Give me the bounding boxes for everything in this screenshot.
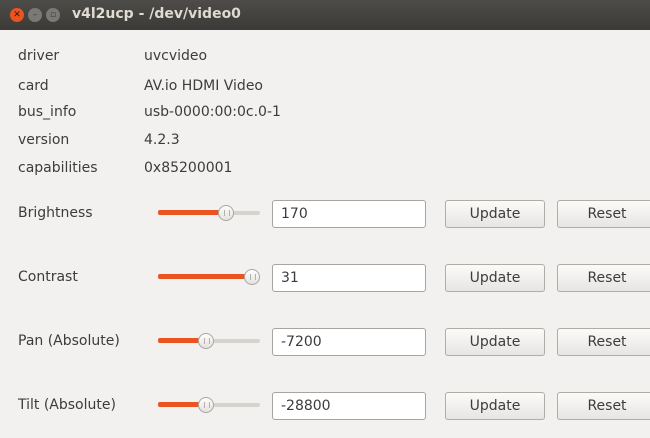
brightness-slider[interactable] <box>158 205 260 221</box>
title-bar[interactable]: ✕ – ▫ v4l2ucp - /dev/video0 <box>0 0 650 30</box>
contrast-label: Contrast <box>18 269 78 285</box>
info-value-card: AV.io HDMI Video <box>144 78 263 94</box>
info-label-card: card <box>18 78 49 94</box>
pan-absolute-reset-button[interactable]: Reset <box>557 328 650 356</box>
pan-absolute-label: Pan (Absolute) <box>18 333 120 349</box>
contrast-slider[interactable] <box>158 269 260 285</box>
slider-handle[interactable] <box>243 269 260 285</box>
tilt-absolute-update-button[interactable]: Update <box>445 392 545 420</box>
brightness-update-button[interactable]: Update <box>445 200 545 228</box>
info-value-bus-info: usb-0000:00:0c.0-1 <box>144 104 281 120</box>
info-value-capabilities: 0x85200001 <box>144 160 233 176</box>
info-value-driver: uvcvideo <box>144 48 208 64</box>
pan-absolute-update-button[interactable]: Update <box>445 328 545 356</box>
maximize-icon[interactable]: ▫ <box>46 8 60 22</box>
contrast-input[interactable] <box>272 264 426 292</box>
info-label-driver: driver <box>18 48 60 64</box>
info-label-version: version <box>18 132 70 148</box>
slider-fill <box>158 274 252 279</box>
brightness-label: Brightness <box>18 205 93 221</box>
contrast-reset-button[interactable]: Reset <box>557 264 650 292</box>
brightness-input[interactable] <box>272 200 426 228</box>
window-title: v4l2ucp - /dev/video0 <box>72 6 241 22</box>
minimize-icon[interactable]: – <box>28 8 42 22</box>
slider-handle[interactable] <box>218 205 235 221</box>
tilt-absolute-input[interactable] <box>272 392 426 420</box>
slider-fill <box>158 210 227 215</box>
info-label-bus-info: bus_info <box>18 104 77 120</box>
info-label-capabilities: capabilities <box>18 160 98 176</box>
tilt-absolute-label: Tilt (Absolute) <box>18 397 116 413</box>
brightness-reset-button[interactable]: Reset <box>557 200 650 228</box>
close-icon[interactable]: ✕ <box>10 8 24 22</box>
pan-absolute-input[interactable] <box>272 328 426 356</box>
slider-handle[interactable] <box>197 333 214 349</box>
info-value-version: 4.2.3 <box>144 132 180 148</box>
tilt-absolute-reset-button[interactable]: Reset <box>557 392 650 420</box>
slider-handle[interactable] <box>197 397 214 413</box>
tilt-absolute-slider[interactable] <box>158 397 260 413</box>
pan-absolute-slider[interactable] <box>158 333 260 349</box>
contrast-update-button[interactable]: Update <box>445 264 545 292</box>
